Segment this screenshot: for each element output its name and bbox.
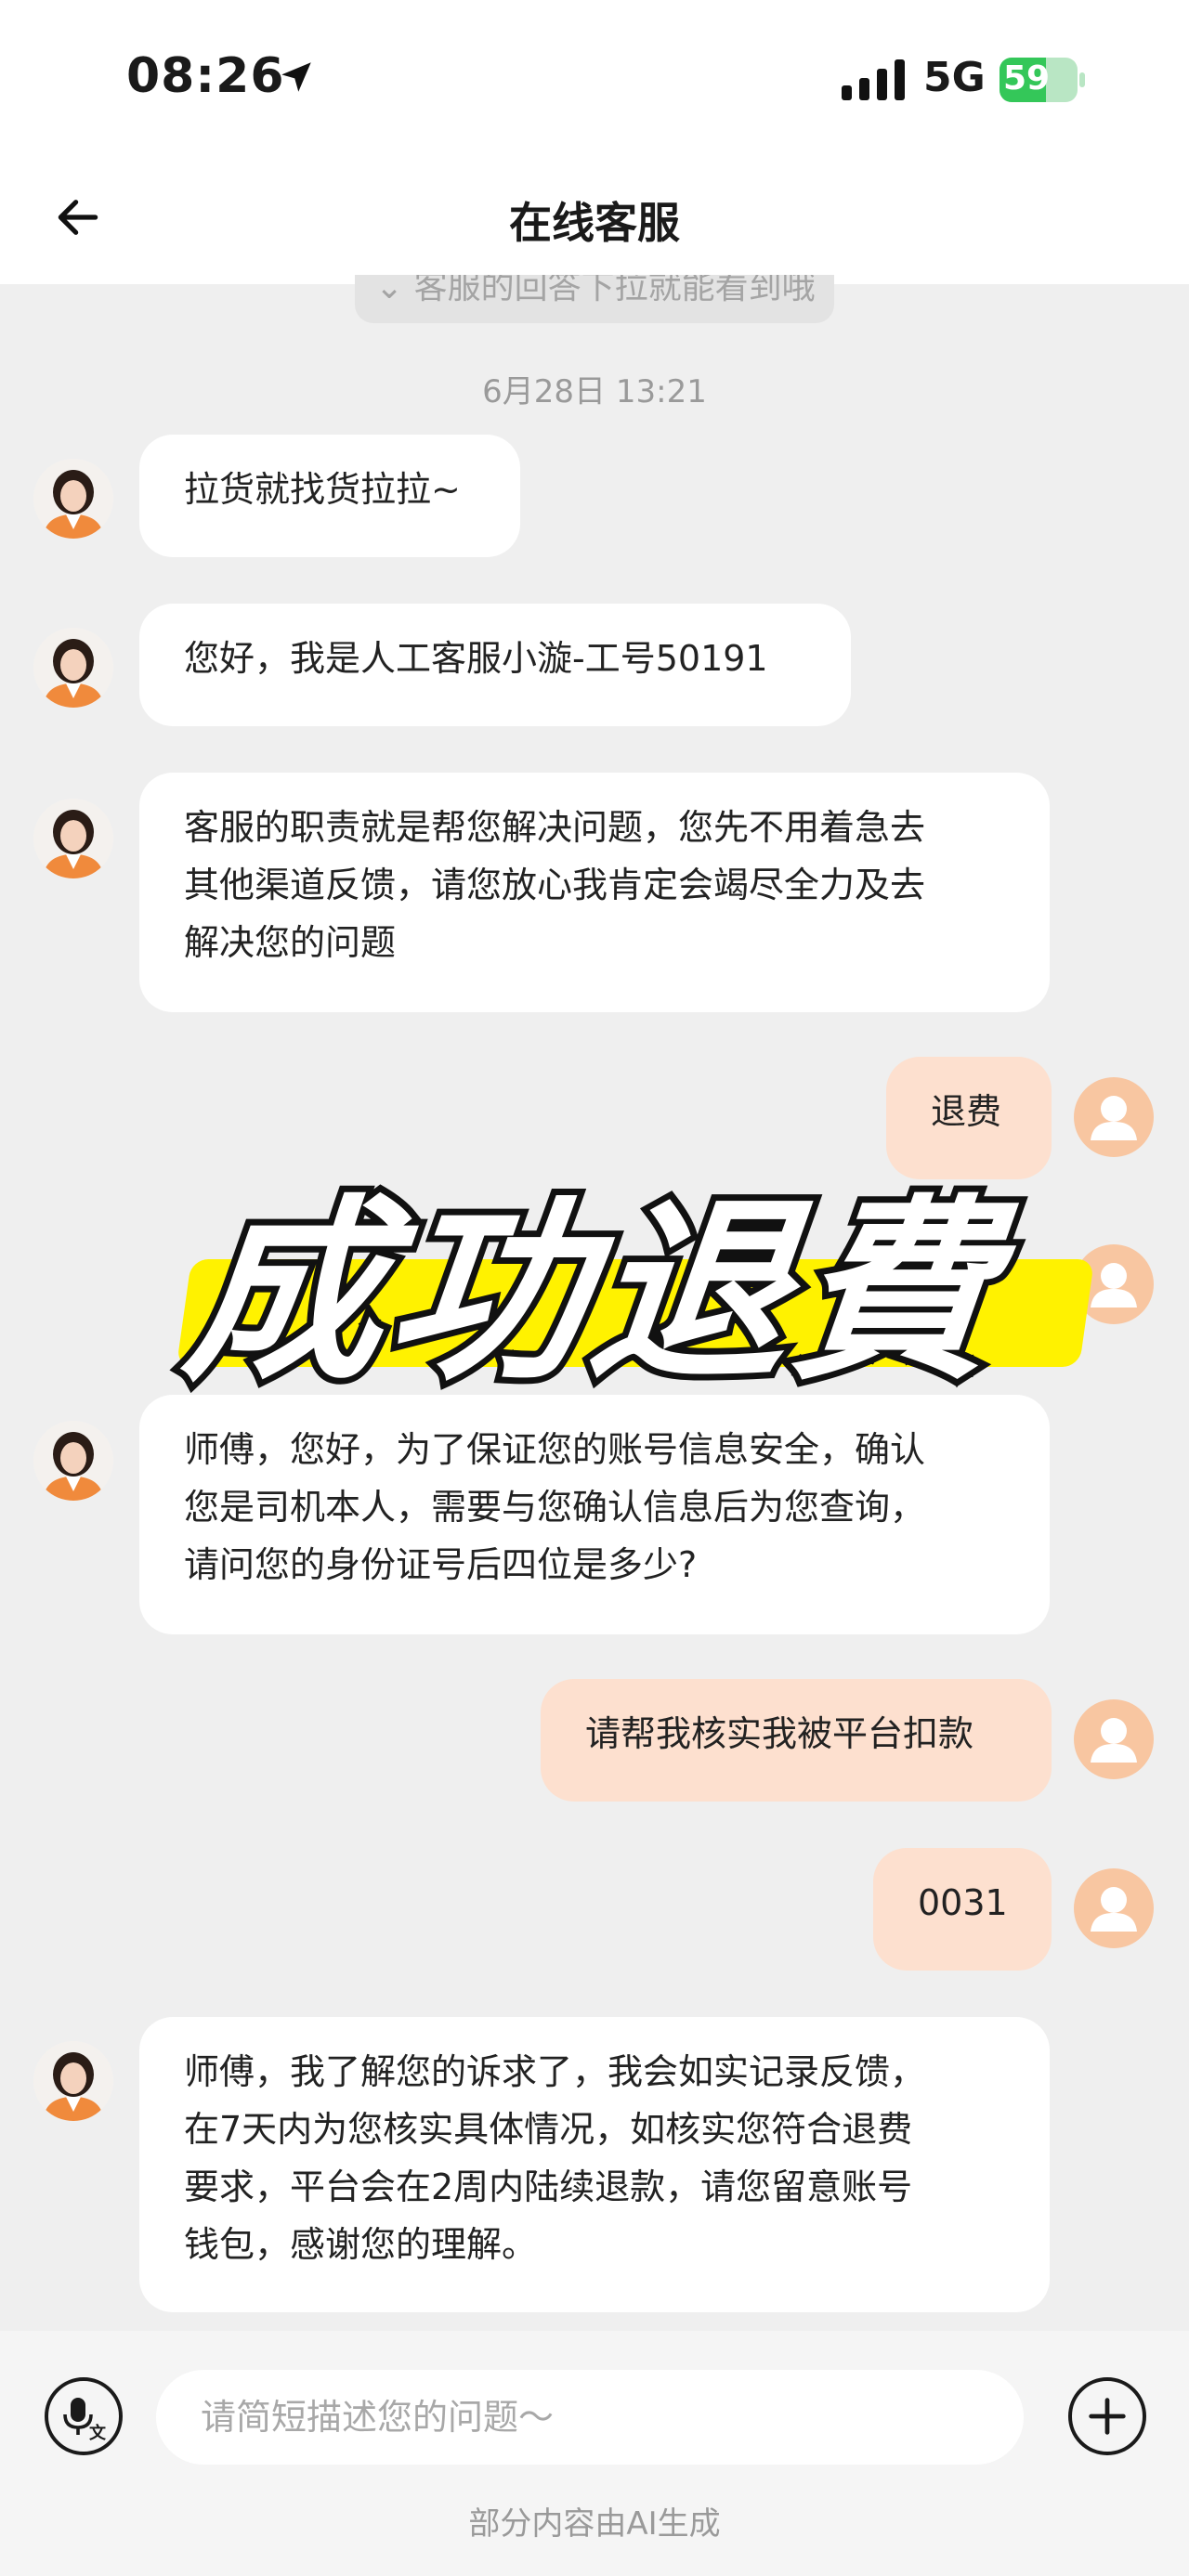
scroll-hint: ⌄ 客服的回答下拉就能看到哦 (355, 275, 834, 323)
agent-avatar-image (33, 2041, 113, 2121)
status-time: 08:26 (126, 48, 285, 104)
message-text: 拉货就找货拉拉~ (184, 469, 461, 510)
status-bar: 08:26 5G 59 (0, 0, 1189, 158)
message-line: 其他渠道反馈，请您放心我肯定会竭尽全力及去 (184, 865, 926, 905)
message-line: 请问您的身份证号后四位是多少? (184, 1544, 698, 1585)
message-line: 在7天内为您核实具体情况，如核实您符合退费 (184, 2109, 913, 2150)
location-arrow-icon (281, 62, 311, 92)
ai-disclaimer: 部分内容由AI生成 (468, 2505, 721, 2543)
user-avatar[interactable] (1074, 1868, 1154, 1948)
agent-avatar-image (33, 1421, 113, 1501)
agent-avatar-image (33, 799, 113, 878)
agent-avatar[interactable] (33, 2041, 113, 2121)
message-text: 0031 (918, 1882, 1008, 1923)
message-line: 师傅，我了解您的诉求了，我会如实记录反馈， (184, 2051, 926, 2092)
chat-timestamp: 6月28日 13:21 (482, 373, 707, 410)
message-line: 客服的职责就是帮您解决问题，您先不用着急去 (184, 807, 926, 848)
voice-input-button[interactable]: 文 (45, 2377, 123, 2455)
agent-message: 师傅，我了解您的诉求了，我会如实记录反馈， 在7天内为您核实具体情况，如核实您符… (139, 2017, 1050, 2312)
message-line: 钱包，感谢您的理解。 (184, 2224, 538, 2265)
voice-to-text-icon: 文 (63, 2398, 107, 2442)
message-text: 您好，我是人工客服小漩-工号50191 (184, 638, 768, 679)
network-type: 5G (923, 54, 986, 101)
agent-message: 您好，我是人工客服小漩-工号50191 (139, 604, 851, 726)
agent-avatar[interactable] (33, 799, 113, 878)
agent-message: 客服的职责就是帮您解决问题，您先不用着急去 其他渠道反馈，请您放心我肯定会竭尽全… (139, 773, 1050, 1012)
agent-avatar[interactable] (33, 628, 113, 708)
add-attachment-button[interactable] (1068, 2377, 1146, 2455)
message-input[interactable] (156, 2370, 1024, 2465)
message-line: 您是司机本人，需要与您确认信息后为您查询， (184, 1487, 926, 1528)
battery-indicator: 59 (1000, 58, 1085, 102)
battery-percent: 59 (1003, 59, 1051, 98)
agent-avatar[interactable] (33, 459, 113, 539)
signal-bars-icon (842, 59, 905, 100)
agent-message: 师傅，您好，为了保证您的账号信息安全，确认 您是司机本人，需要与您确认信息后为您… (139, 1395, 1050, 1634)
user-avatar-icon (1091, 1718, 1137, 1763)
user-message: 请帮我核实我被平台扣款 (541, 1679, 1052, 1802)
plus-icon (1089, 2398, 1126, 2435)
input-area: 文 部分内容由AI生成 (0, 2331, 1189, 2576)
agent-message: 拉货就找货拉拉~ (139, 435, 520, 557)
nav-bar: 在线客服 (0, 158, 1189, 284)
scroll-hint-text: ⌄ 客服的回答下拉就能看到哦 (375, 275, 816, 306)
message-text: 退费 (931, 1091, 1002, 1132)
battery-cap (1079, 72, 1085, 87)
battery-body: 59 (1000, 58, 1078, 102)
message-line: 师傅，您好，为了保证您的账号信息安全，确认 (184, 1429, 926, 1470)
svg-text:文: 文 (89, 2423, 107, 2442)
user-avatar-icon (1091, 1887, 1137, 1932)
page-title: 在线客服 (509, 198, 680, 248)
message-line: 解决您的问题 (184, 922, 397, 963)
agent-avatar[interactable] (33, 1421, 113, 1501)
message-text: 请帮我核实我被平台扣款 (585, 1713, 974, 1754)
agent-avatar-image (33, 628, 113, 708)
agent-avatar-image (33, 459, 113, 539)
message-line: 要求，平台会在2周内陆续退款，请您留意账号 (184, 2166, 913, 2207)
user-message: 0031 (873, 1848, 1052, 1971)
caption-overlay: 成功退費 (169, 1171, 1016, 1413)
user-avatar[interactable] (1074, 1699, 1154, 1779)
